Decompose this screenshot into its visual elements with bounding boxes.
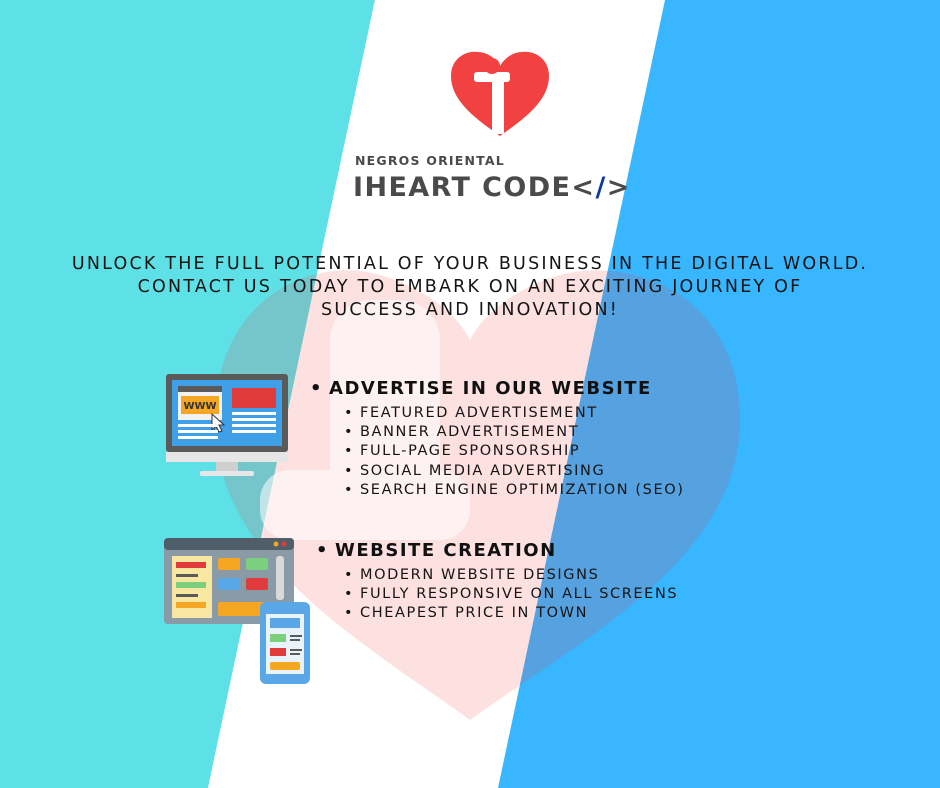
service-title-website-creation: • WEBSITE CREATION [316, 540, 557, 561]
service-title-advertise: • ADVERTISE IN OUR WEBSITE [310, 378, 652, 399]
brand-top-line: NEGROS ORIENTAL [355, 153, 505, 168]
list-item: • FULLY RESPONSIVE ON ALL SCREENS [344, 586, 679, 603]
list-item: • SOCIAL MEDIA ADVERTISING [344, 462, 606, 479]
service-title-website-creation-text: WEBSITE CREATION [335, 540, 557, 561]
list-item: • FEATURED ADVERTISEMENT [344, 405, 598, 421]
website-creation-list: • MODERN WEBSITE DESIGNS • FULLY RESPONSIV… [344, 566, 678, 624]
code-open: < [571, 172, 596, 203]
brand-name: IHEART CODE</> [353, 172, 631, 203]
list-item: • CHEAPEST PRICE IN TOWN [344, 605, 589, 622]
tagline-line-3: SUCCESS AND INNOVATION! [321, 300, 619, 320]
service-title-advertise-text: ADVERTISE IN OUR WEBSITE [329, 378, 652, 399]
monitor-www-text: WWW [183, 401, 216, 412]
list-item: • FULL-PAGE SPONSORSHIP [344, 443, 581, 460]
heart-i-logo-icon [451, 51, 549, 136]
advertise-options-list: • FEATURED ADVERTISEMENT • BANNER ADVERTIS… [344, 404, 685, 500]
tagline-line-1: UNLOCK THE FULL POTENTIAL OF YOUR BUSINE… [71, 254, 869, 274]
tagline: UNLOCK THE FULL POTENTIAL OF YOUR BUSINE… [60, 253, 880, 322]
brand-name-text: IHEART CODE [353, 172, 572, 203]
code-slash: / [595, 172, 607, 203]
list-item: • SEARCH ENGINE OPTIMIZATION (SEO) [344, 481, 685, 498]
monitor-web-icon: WWW [166, 374, 288, 476]
website-devices-icon [164, 538, 310, 684]
tagline-line-2: CONTACT US TODAY TO EMBARK ON AN EXCITIN… [137, 277, 803, 297]
list-item: • BANNER ADVERTISEMENT [344, 424, 580, 441]
code-close: > [606, 172, 631, 203]
list-item: • MODERN WEBSITE DESIGNS [344, 567, 600, 583]
